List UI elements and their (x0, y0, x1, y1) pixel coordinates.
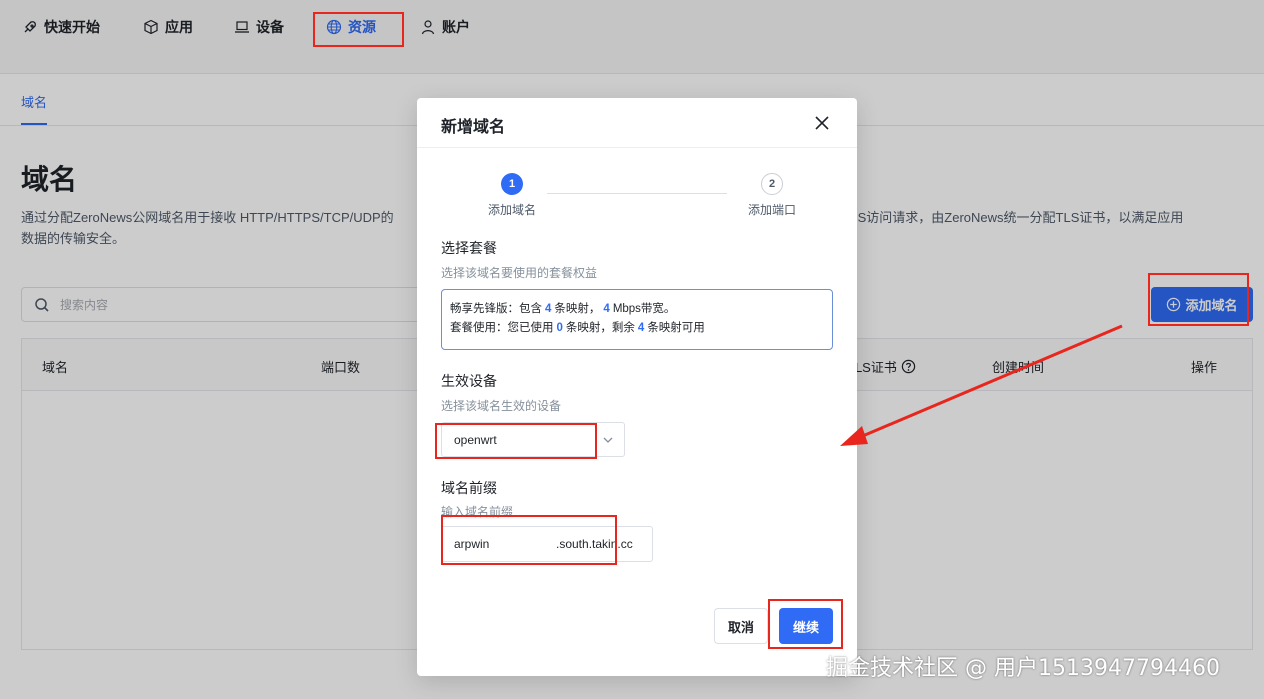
plan-section-subtitle: 选择该域名要使用的套餐权益 (441, 266, 598, 280)
plan-line-1: 畅享先锋版：包含 4 条映射， 4 Mbps带宽。 (450, 303, 676, 315)
annotation-box-continue (768, 599, 843, 649)
prefix-section-title: 域名前缀 (441, 480, 497, 496)
plan-section-title: 选择套餐 (441, 240, 497, 256)
device-section-subtitle: 选择该域名生效的设备 (441, 399, 562, 413)
annotation-box-add-domain (1148, 273, 1249, 326)
device-section-title: 生效设备 (441, 373, 497, 389)
add-domain-dialog: 新增域名 1 添加域名 2 添加端口 选择套餐 选择该域名要使用的套餐权益 畅享… (417, 98, 857, 676)
close-icon[interactable] (813, 114, 831, 132)
step-1-number: 1 (501, 173, 523, 195)
step-2-number: 2 (761, 173, 783, 195)
annotation-box-resources (313, 12, 404, 47)
cancel-button[interactable]: 取消 (714, 608, 768, 644)
annotation-box-device (435, 423, 597, 459)
chevron-down-icon (603, 437, 613, 443)
dialog-title: 新增域名 (441, 119, 506, 136)
step-2: 2 添加端口 (732, 173, 812, 218)
step-connector (547, 193, 727, 194)
plan-line-2: 套餐使用：您已使用 0 条映射，剩余 4 条映射可用 (450, 322, 705, 334)
step-1-label: 添加域名 (487, 203, 536, 217)
watermark: 掘金技术社区 @ 用户1513947794460 (826, 656, 1220, 681)
step-2-label: 添加端口 (747, 203, 796, 217)
step-1: 1 添加域名 (472, 173, 552, 218)
plan-card[interactable]: 畅享先锋版：包含 4 条映射， 4 Mbps带宽。 套餐使用：您已使用 0 条映射，剩余 4 条… (441, 289, 833, 350)
annotation-box-prefix (441, 515, 617, 565)
dialog-header: 新增域名 (417, 98, 857, 148)
